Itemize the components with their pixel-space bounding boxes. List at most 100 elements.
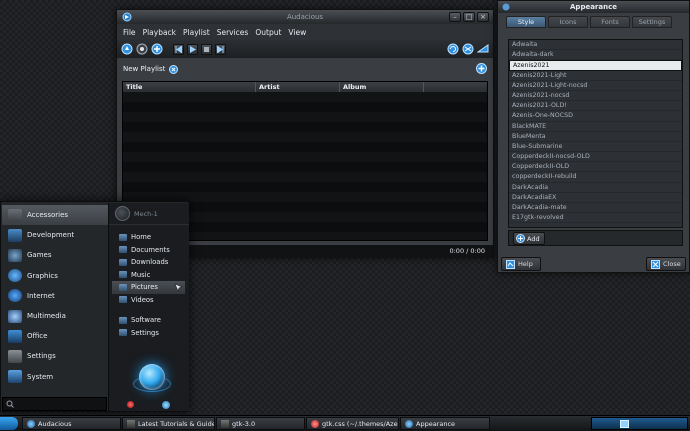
theme-item[interactable]: Blue-Submarine xyxy=(509,142,682,153)
column-album[interactable]: Album xyxy=(340,82,424,92)
menu-services[interactable]: Services xyxy=(217,28,249,37)
add-theme-button[interactable]: Add xyxy=(513,232,545,245)
category-graphics[interactable]: Graphics xyxy=(2,266,108,286)
system-item-software[interactable]: Software xyxy=(109,314,189,327)
theme-item[interactable]: Adwaita xyxy=(509,40,682,51)
accessories-icon xyxy=(8,208,22,222)
theme-item[interactable]: DarkAcadia xyxy=(509,183,682,193)
task-label: Latest Tutorials & Guides xyxy=(138,419,215,428)
category-label: Internet xyxy=(27,291,55,300)
category-games[interactable]: Games xyxy=(2,245,108,265)
category-system[interactable]: System xyxy=(2,367,108,387)
close-button[interactable]: × xyxy=(477,12,489,22)
shuffle-button[interactable] xyxy=(462,43,474,55)
open-files-button[interactable] xyxy=(121,43,133,55)
task-label: Audacious xyxy=(38,419,72,428)
column-extra xyxy=(424,82,487,92)
add-url-button[interactable] xyxy=(151,43,163,55)
start-menu-button[interactable] xyxy=(0,417,18,430)
maximize-button[interactable]: □ xyxy=(463,12,475,22)
theme-item[interactable]: CopperdeckII-OLD xyxy=(509,162,682,173)
software-icon xyxy=(119,316,127,324)
help-button[interactable]: Help xyxy=(501,257,541,271)
menu-playback[interactable]: Playback xyxy=(143,28,176,37)
theme-item-selected[interactable]: Azenis2021 xyxy=(509,60,682,71)
place-videos[interactable]: Videos xyxy=(109,294,189,307)
category-accessories[interactable]: Accessories xyxy=(2,205,108,226)
tray-icon[interactable] xyxy=(620,420,629,428)
help-label: Help xyxy=(518,260,533,268)
next-button[interactable] xyxy=(215,43,226,55)
task-audacious[interactable]: Audacious xyxy=(22,417,121,430)
theme-item[interactable]: Adwaita-dark xyxy=(509,50,682,61)
volume-button[interactable] xyxy=(477,43,489,55)
place-label: Downloads xyxy=(131,258,169,267)
task-appearance[interactable]: Appearance xyxy=(400,417,490,430)
place-label: Videos xyxy=(131,295,154,304)
repeat-button[interactable] xyxy=(447,43,459,55)
category-office[interactable]: Office xyxy=(2,326,108,346)
play-button[interactable] xyxy=(187,43,198,55)
new-playlist-button[interactable] xyxy=(476,63,487,74)
task-browser[interactable]: Latest Tutorials & Guides xyxy=(122,417,215,430)
add-icon xyxy=(516,234,525,243)
theme-item[interactable]: Azenis2021-nocsd xyxy=(509,91,682,102)
category-development[interactable]: Development xyxy=(2,225,108,245)
theme-item[interactable]: Azenis2021-Light xyxy=(509,71,682,81)
stop-button[interactable] xyxy=(201,43,212,55)
system-tray[interactable] xyxy=(591,417,688,430)
theme-item[interactable]: Azenis-One-NOCSD xyxy=(509,111,682,122)
tab-style[interactable]: Style xyxy=(506,16,546,28)
place-pictures[interactable]: Pictures xyxy=(112,281,185,294)
place-home[interactable]: Home xyxy=(109,231,189,244)
category-internet[interactable]: Internet xyxy=(2,286,108,306)
audacious-titlebar[interactable]: Audacious – □ × xyxy=(117,10,493,24)
place-documents[interactable]: Documents xyxy=(109,244,189,257)
logout-button[interactable] xyxy=(127,401,134,408)
menu-search-field[interactable] xyxy=(2,397,107,411)
category-multimedia[interactable]: Multimedia xyxy=(2,306,108,326)
menu-file[interactable]: File xyxy=(123,28,136,37)
task-folder[interactable]: gtk-3.0 xyxy=(216,417,305,430)
theme-list[interactable]: Adwaita Adwaita-dark Azenis2021 Azenis20… xyxy=(508,39,683,228)
column-title[interactable]: Title xyxy=(123,82,256,92)
theme-item[interactable]: BlueMenta xyxy=(509,132,682,142)
theme-item[interactable]: Azenis2021-Light-nocsd xyxy=(509,81,682,91)
close-dialog-button[interactable]: Close xyxy=(646,257,686,271)
place-music[interactable]: Music xyxy=(109,269,189,282)
theme-item[interactable]: E17gtk-revolved xyxy=(509,213,682,224)
tab-icons[interactable]: Icons xyxy=(548,16,588,28)
lock-button[interactable] xyxy=(162,401,170,409)
theme-item[interactable]: copperdeckII-rebuild xyxy=(509,172,682,183)
avatar[interactable] xyxy=(115,206,130,221)
appearance-titlebar[interactable]: Appearance xyxy=(498,1,689,13)
theme-item[interactable]: DarkAcadia-mate xyxy=(509,203,682,214)
menu-playlist[interactable]: Playlist xyxy=(183,28,210,37)
theme-item[interactable]: BlackMATE xyxy=(509,122,682,132)
category-settings[interactable]: Settings xyxy=(2,346,108,366)
tab-settings[interactable]: Settings xyxy=(632,16,672,28)
place-downloads[interactable]: Downloads xyxy=(109,256,189,269)
add-files-button[interactable] xyxy=(136,43,148,55)
theme-item[interactable]: DarkAcadiaEX xyxy=(509,193,682,203)
system-item-label: Software xyxy=(131,316,161,325)
tab-fonts[interactable]: Fonts xyxy=(590,16,630,28)
menu-view[interactable]: View xyxy=(288,28,306,37)
playlist-name[interactable]: New Playlist xyxy=(123,65,165,73)
category-label: Office xyxy=(27,332,48,341)
system-item-label: Settings xyxy=(131,328,159,337)
audacious-toolbar xyxy=(117,40,493,58)
task-editor[interactable]: gtk.css (~/.themes/Azeni... xyxy=(306,417,399,430)
menu-output[interactable]: Output xyxy=(255,28,281,37)
system-item-settings[interactable]: Settings xyxy=(109,327,189,340)
minimize-button[interactable]: – xyxy=(449,12,461,22)
appearance-icon xyxy=(405,419,413,428)
power-button[interactable] xyxy=(139,364,165,390)
games-icon xyxy=(8,248,22,262)
playlist-close-icon[interactable] xyxy=(169,64,179,74)
theme-item[interactable]: Azenis2021-OLD! xyxy=(509,101,682,112)
column-artist[interactable]: Artist xyxy=(256,82,340,92)
theme-item[interactable]: CopperdeckII-nocsd-OLD xyxy=(509,152,682,163)
editor-icon xyxy=(311,419,319,428)
previous-button[interactable] xyxy=(173,43,184,55)
